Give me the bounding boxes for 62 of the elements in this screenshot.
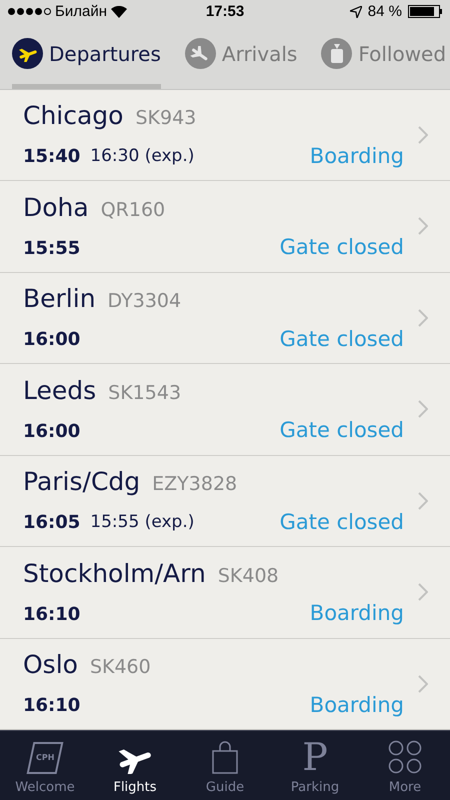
battery-icon [408, 5, 442, 18]
departure-time: 16:10 [23, 694, 80, 718]
departure-time: 16:10 [23, 602, 80, 626]
flight-status: Gate closed [280, 508, 404, 536]
flight-row[interactable]: Chicago SK943 15:40 16:30 (exp.) Boarding [0, 90, 450, 181]
wifi-icon [110, 6, 127, 18]
chevron-icon [418, 583, 428, 602]
plane-icon [12, 38, 43, 70]
departure-time: 15:40 [23, 145, 80, 169]
departure-time: 15:55 [23, 236, 80, 260]
flight-code: DY3304 [108, 289, 182, 314]
battery-percent: 84 % [368, 2, 402, 22]
flight-status: Boarding [310, 692, 404, 719]
chevron-icon [418, 674, 428, 693]
plane-icon [184, 38, 216, 70]
flight-status: Boarding [310, 600, 404, 628]
departure-time: 16:00 [23, 328, 80, 352]
expected-time: 15:55 (exp.) [90, 510, 194, 534]
flight-status: Gate closed [280, 234, 404, 262]
city-name: Doha [23, 192, 89, 224]
nav-tab[interactable]: Flights [90, 731, 180, 800]
chevron-icon [418, 308, 428, 327]
flight-code: SK460 [90, 655, 151, 680]
flight-code: SK408 [218, 564, 279, 589]
departure-time: 16:05 [23, 511, 80, 535]
flight-code: SK1543 [108, 380, 182, 406]
location-arrow-icon [350, 6, 362, 18]
clock-time: 17:53 [206, 2, 244, 22]
flight-code: QR160 [100, 198, 166, 223]
expected-time: 16:30 (exp.) [90, 144, 194, 168]
flight-status: Gate closed [280, 326, 404, 353]
flight-row[interactable]: Leeds SK1543 16:00 Gate closed [0, 364, 450, 456]
flight-row[interactable]: Paris/Cdg EZY3828 16:05 15:55 (exp.) Gate closed [0, 456, 450, 547]
city-name: Berlin [23, 283, 96, 316]
city-name: Paris/Cdg [23, 466, 140, 498]
flight-status: Boarding [310, 142, 404, 170]
flight-row[interactable]: Stockholm/Arn SK408 16:10 Boarding [0, 547, 450, 638]
flight-code: SK943 [135, 106, 196, 132]
ticket-icon: CPH [26, 742, 64, 774]
chevron-icon [418, 400, 428, 418]
flight-tab[interactable]: Departures [12, 24, 161, 88]
departure-time: 16:00 [23, 420, 80, 444]
flight-status: Gate closed [280, 417, 404, 444]
nav-tab[interactable]: CPH Welcome [0, 731, 90, 800]
chevron-icon [418, 217, 428, 236]
nav-tab[interactable]: P Parking [270, 731, 360, 800]
nav-tab[interactable]: Guide [180, 731, 270, 800]
shopping-bag-icon [211, 740, 239, 774]
flight-row[interactable]: Doha QR160 15:55 Gate closed [0, 181, 450, 272]
carrier-name: Билайн [55, 2, 107, 22]
city-name: Chicago [23, 100, 124, 132]
grid-icon [388, 740, 422, 774]
signal-icon [8, 8, 51, 16]
nav-tab[interactable]: More [360, 731, 450, 800]
flight-row[interactable]: Berlin DY3304 16:00 Gate closed [0, 272, 450, 364]
chevron-icon [418, 126, 428, 144]
chevron-icon [418, 492, 428, 510]
city-name: Leeds [23, 374, 96, 407]
city-name: Oslo [23, 649, 78, 682]
parking-icon: P [302, 740, 328, 774]
flight-code: EZY3828 [152, 472, 238, 498]
city-name: Stockholm/Arn [23, 558, 206, 590]
